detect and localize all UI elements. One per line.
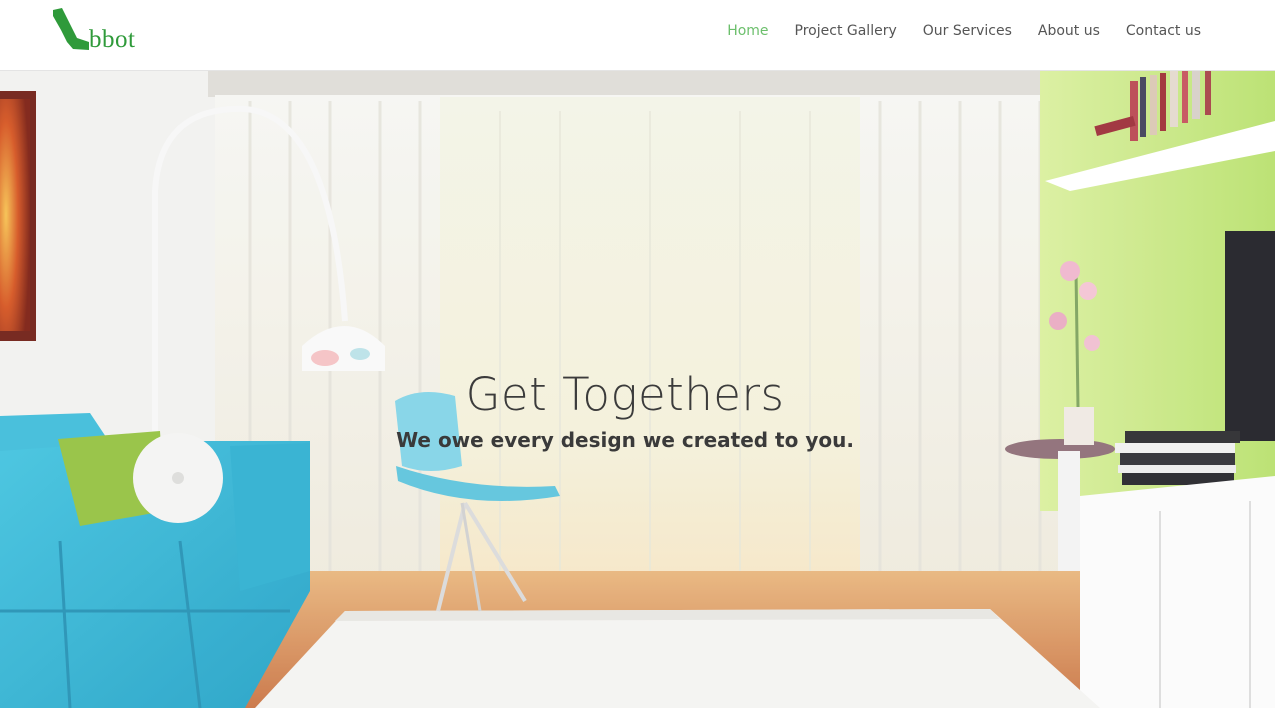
hero-title: Get Togethers <box>465 368 785 421</box>
hero-banner: Get Togethers We owe every design we cre… <box>0 71 1275 708</box>
nav-home[interactable]: Home <box>727 22 768 40</box>
hero-subtitle: We owe every design we created to you. <box>396 428 854 452</box>
hero-text-block: Get Togethers We owe every design we cre… <box>0 367 1250 453</box>
nav-contact-us[interactable]: Contact us <box>1126 22 1201 40</box>
nav-project-gallery[interactable]: Project Gallery <box>795 22 897 40</box>
site-header: bbot Home Project Gallery Our Services A… <box>0 0 1275 71</box>
nav-about-us[interactable]: About us <box>1038 22 1100 40</box>
main-nav: Home Project Gallery Our Services About … <box>701 22 1201 40</box>
logo-mark-icon <box>53 8 89 50</box>
logo-text: bbot <box>89 26 136 53</box>
nav-our-services[interactable]: Our Services <box>923 22 1012 40</box>
brand-logo[interactable]: bbot <box>53 8 153 58</box>
